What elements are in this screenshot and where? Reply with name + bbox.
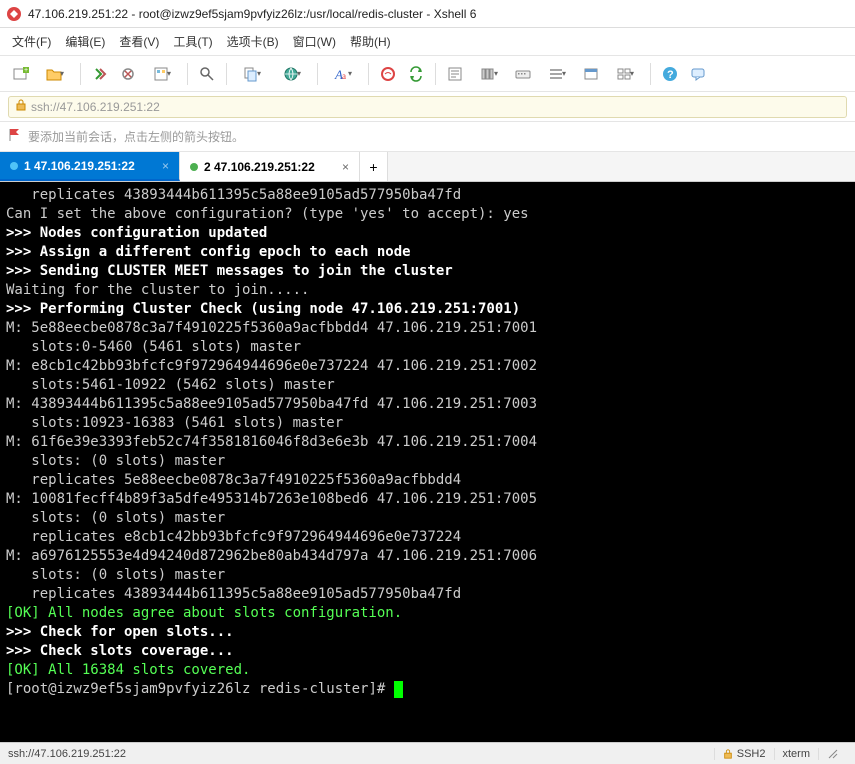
columns-icon[interactable]: ▾ bbox=[470, 61, 508, 87]
window-icon[interactable] bbox=[578, 61, 604, 87]
disconnect-icon[interactable] bbox=[115, 61, 141, 87]
chat-icon[interactable] bbox=[685, 61, 711, 87]
hint-bar: 要添加当前会话，点击左侧的箭头按钮。 bbox=[0, 122, 855, 152]
lock-icon bbox=[15, 99, 27, 114]
svg-text:?: ? bbox=[667, 69, 674, 81]
toolbar-separator bbox=[650, 63, 651, 85]
lock-icon bbox=[723, 749, 733, 759]
hint-text: 要添加当前会话，点击左侧的箭头按钮。 bbox=[28, 128, 244, 145]
toolbar-separator bbox=[226, 63, 227, 85]
tab-label: 1 47.106.219.251:22 bbox=[24, 159, 135, 173]
window-title: 47.106.219.251:22 - root@izwz9ef5sjam9pv… bbox=[28, 7, 476, 21]
prompt: [root@izwz9ef5sjam9pvfyiz26lz redis-clus… bbox=[6, 681, 394, 697]
menu-file[interactable]: 文件(F) bbox=[12, 33, 51, 50]
toolbar-separator bbox=[435, 63, 436, 85]
menu-tools[interactable]: 工具(T) bbox=[173, 33, 212, 50]
address-text: ssh://47.106.219.251:22 bbox=[31, 100, 160, 114]
menu-help[interactable]: 帮助(H) bbox=[350, 33, 391, 50]
app-icon bbox=[6, 6, 22, 22]
menu-view[interactable]: 查看(V) bbox=[119, 33, 159, 50]
red-circle-icon[interactable] bbox=[375, 61, 401, 87]
open-session-icon[interactable]: ▾ bbox=[36, 61, 74, 87]
lines-icon[interactable]: ▾ bbox=[538, 61, 576, 87]
session-tab-1[interactable]: 1 47.106.219.251:22 × bbox=[0, 152, 180, 181]
tab-label: 2 47.106.219.251:22 bbox=[204, 160, 315, 174]
help-icon[interactable]: ? bbox=[657, 61, 683, 87]
menubar: 文件(F) 编辑(E) 查看(V) 工具(T) 选项卡(B) 窗口(W) 帮助(… bbox=[0, 28, 855, 56]
new-session-icon[interactable]: + bbox=[8, 61, 34, 87]
status-dot-icon bbox=[10, 162, 18, 170]
status-connection: ssh://47.106.219.251:22 bbox=[8, 748, 126, 760]
keyboard-icon[interactable] bbox=[510, 61, 536, 87]
titlebar: 47.106.219.251:22 - root@izwz9ef5sjam9pv… bbox=[0, 0, 855, 28]
status-dot-icon bbox=[190, 163, 198, 171]
toolbar-separator bbox=[80, 63, 81, 85]
svg-text:a: a bbox=[342, 71, 346, 81]
add-tab-button[interactable]: + bbox=[360, 152, 388, 181]
font-icon[interactable]: Aa▾ bbox=[324, 61, 362, 87]
tab-bar: 1 47.106.219.251:22 × 2 47.106.219.251:2… bbox=[0, 152, 855, 182]
address-input[interactable]: ssh://47.106.219.251:22 bbox=[8, 96, 847, 118]
toolbar: + ▾ ▾ ▾ ▾ Aa▾ ▾ ▾ ▾ ? bbox=[0, 56, 855, 92]
grid-icon[interactable]: ▾ bbox=[606, 61, 644, 87]
toolbar-separator bbox=[187, 63, 188, 85]
properties-icon[interactable]: ▾ bbox=[143, 61, 181, 87]
menu-edit[interactable]: 编辑(E) bbox=[65, 33, 105, 50]
session-tab-2[interactable]: 2 47.106.219.251:22 × bbox=[180, 152, 360, 181]
status-term: xterm bbox=[774, 748, 819, 760]
green-arrows-icon[interactable] bbox=[403, 61, 429, 87]
flag-icon bbox=[8, 128, 22, 145]
menu-window[interactable]: 窗口(W) bbox=[293, 33, 336, 50]
script-icon[interactable] bbox=[442, 61, 468, 87]
search-icon[interactable] bbox=[194, 61, 220, 87]
globe-icon[interactable]: ▾ bbox=[273, 61, 311, 87]
menu-tabs[interactable]: 选项卡(B) bbox=[227, 33, 279, 50]
reconnect-icon[interactable] bbox=[87, 61, 113, 87]
terminal[interactable]: replicates 43893444b611395c5a88ee9105ad5… bbox=[0, 182, 855, 742]
close-icon[interactable]: × bbox=[342, 160, 349, 174]
copy-icon[interactable]: ▾ bbox=[233, 61, 271, 87]
toolbar-separator bbox=[317, 63, 318, 85]
toolbar-separator bbox=[368, 63, 369, 85]
status-resize-grip[interactable] bbox=[818, 748, 847, 760]
address-bar: ssh://47.106.219.251:22 bbox=[0, 92, 855, 122]
svg-text:+: + bbox=[24, 67, 28, 74]
status-bar: ssh://47.106.219.251:22 SSH2 xterm bbox=[0, 742, 855, 764]
close-icon[interactable]: × bbox=[162, 159, 169, 173]
cursor bbox=[394, 681, 403, 698]
status-ssh: SSH2 bbox=[714, 748, 774, 760]
